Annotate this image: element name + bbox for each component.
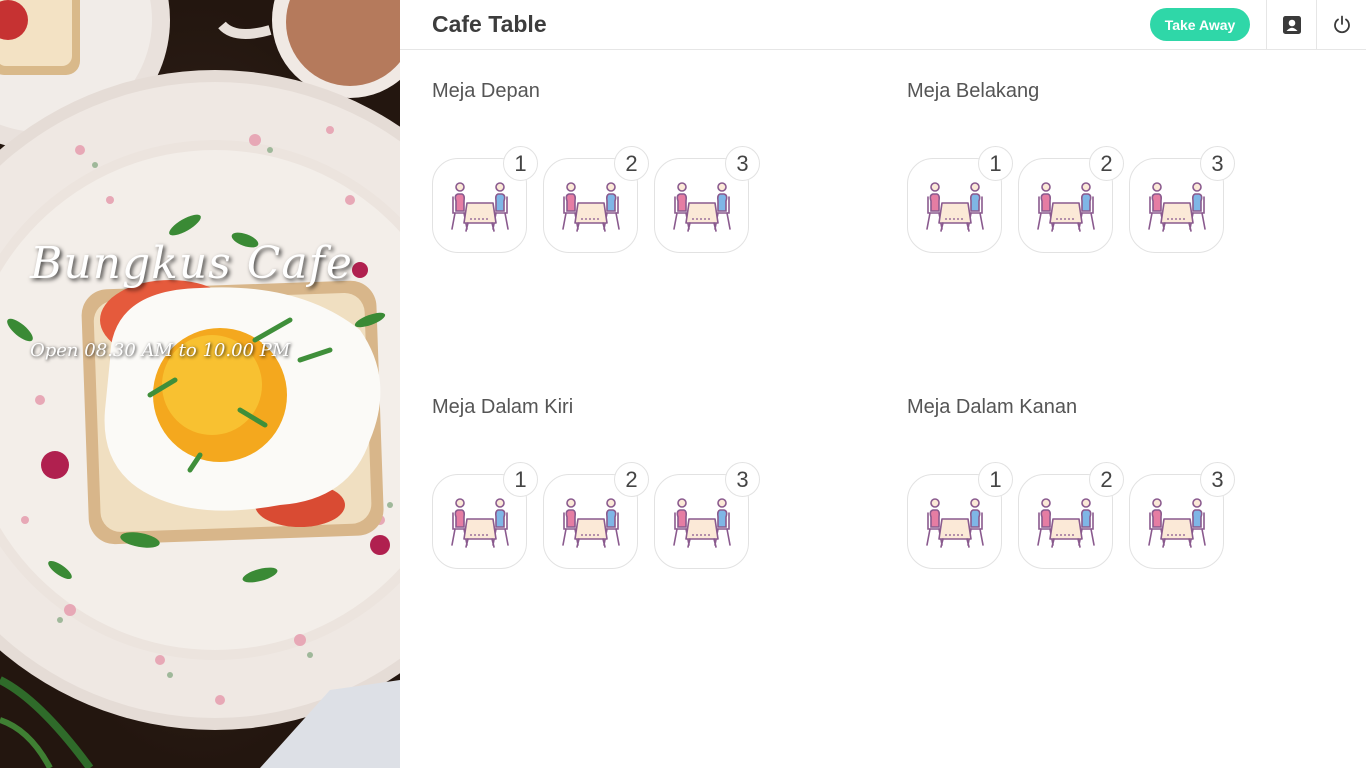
table-number: 2 (614, 146, 649, 181)
table-number: 2 (1089, 146, 1124, 181)
page-title: Cafe Table (432, 11, 547, 37)
hero-panel: Bungkus Cafe Open 08.30 AM to 10.00 PM (0, 0, 400, 768)
table-number: 1 (978, 146, 1013, 181)
dining-table-icon (926, 182, 984, 232)
table-list: 1 2 3 (432, 420, 872, 569)
dining-table-icon (562, 498, 620, 548)
opening-hours: Open 08.30 AM to 10.00 PM (30, 340, 291, 361)
table-number: 3 (1200, 146, 1235, 181)
table-number: 1 (978, 462, 1013, 497)
cafe-name: Bungkus Cafe (30, 238, 353, 289)
table-number: 1 (503, 146, 538, 181)
table-card[interactable]: 2 (543, 146, 649, 253)
table-number: 3 (725, 146, 760, 181)
section-title: Meja Depan (432, 80, 540, 102)
table-card[interactable]: 3 (654, 462, 760, 569)
hero-food-illustration (0, 0, 400, 768)
table-number: 3 (1200, 462, 1235, 497)
take-away-button[interactable]: Take Away (1150, 8, 1250, 41)
table-number: 2 (614, 462, 649, 497)
section-title: Meja Belakang (907, 80, 1040, 102)
dining-table-icon (562, 182, 620, 232)
table-card[interactable]: 2 (1018, 146, 1124, 253)
dining-table-icon (673, 498, 731, 548)
table-card[interactable]: 3 (654, 146, 760, 253)
table-card[interactable]: 1 (907, 462, 1013, 569)
dining-table-icon (1037, 182, 1095, 232)
table-card[interactable]: 3 (1129, 146, 1235, 253)
table-card[interactable]: 3 (1129, 462, 1235, 569)
dining-table-icon (451, 498, 509, 548)
power-icon (1333, 15, 1350, 34)
section-title: Meja Dalam Kiri (432, 396, 574, 418)
dining-table-icon (1148, 182, 1206, 232)
table-number: 3 (725, 462, 760, 497)
dining-table-icon (673, 182, 731, 232)
dining-table-icon (1037, 498, 1095, 548)
table-card[interactable]: 2 (1018, 462, 1124, 569)
table-card[interactable]: 1 (907, 146, 1013, 253)
table-list: 1 2 3 (432, 104, 872, 253)
table-card[interactable]: 1 (432, 146, 538, 253)
table-list: 1 2 3 (907, 420, 1347, 569)
top-bar: Cafe Table Take Away (400, 0, 1366, 50)
dining-table-icon (926, 498, 984, 548)
table-card[interactable]: 1 (432, 462, 538, 569)
profile-card-icon (1282, 16, 1301, 34)
section-title: Meja Dalam Kanan (907, 396, 1078, 418)
dining-table-icon (451, 182, 509, 232)
section-meja-dalam-kiri: Meja Dalam Kiri 1 2 3 (432, 396, 872, 569)
table-number: 1 (503, 462, 538, 497)
dining-table-icon (1148, 498, 1206, 548)
table-list: 1 2 3 (907, 104, 1347, 253)
section-meja-dalam-kanan: Meja Dalam Kanan 1 2 3 (907, 396, 1347, 569)
section-meja-belakang: Meja Belakang 1 2 3 (907, 80, 1347, 253)
table-number: 2 (1089, 462, 1124, 497)
profile-button[interactable] (1266, 0, 1316, 50)
logout-button[interactable] (1316, 0, 1366, 50)
table-card[interactable]: 2 (543, 462, 649, 569)
section-meja-depan: Meja Depan 1 2 3 (432, 80, 872, 253)
